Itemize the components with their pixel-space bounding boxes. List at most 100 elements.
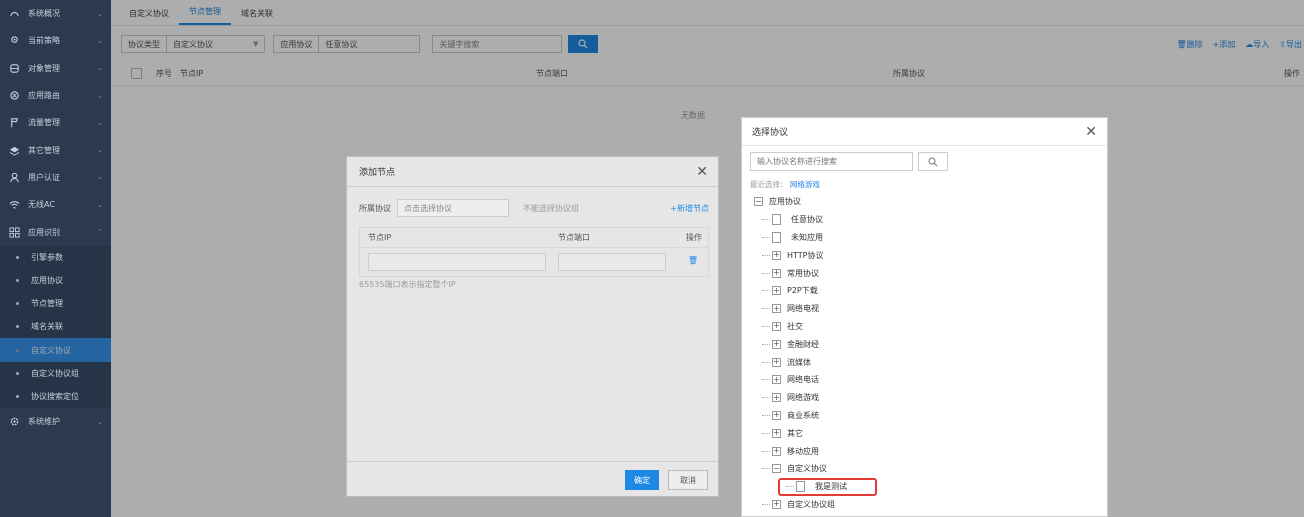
sidebar-item-4[interactable]: 流量管理 ⌄	[0, 109, 111, 136]
sidebar-item-6[interactable]: 用户认证 ⌄	[0, 164, 111, 191]
sidebar-subitem-1[interactable]: 应用协议	[0, 268, 111, 293]
tree-node[interactable]: + 社交	[762, 318, 803, 336]
sidebar-item-5[interactable]: 其它管理 ⌄	[0, 136, 111, 163]
tree-node[interactable]: + 网络电话	[762, 371, 819, 389]
tree-connector	[762, 343, 770, 345]
sidebar-item-1[interactable]: 当前策略 ⌄	[0, 27, 111, 54]
expand-icon[interactable]: +	[772, 357, 781, 367]
sidebar-subitem-2[interactable]: 节点管理	[0, 292, 111, 316]
expand-icon[interactable]: +	[772, 375, 781, 385]
sidebar-subitem-label: 引擎参数	[31, 252, 63, 262]
tree-connector	[762, 219, 770, 221]
ok-button[interactable]: 确定	[625, 470, 659, 490]
tree-node[interactable]: + 商业系统	[762, 407, 819, 425]
tree-node-label: 网络电话	[787, 375, 819, 385]
sidebar-subitem-0[interactable]: 引擎参数	[0, 245, 111, 269]
gear-icon	[8, 416, 20, 428]
tree-connector	[762, 468, 770, 470]
document-icon	[796, 481, 805, 493]
sidebar-subitem-5[interactable]: 自定义协议组	[0, 361, 111, 385]
close-icon[interactable]: ✕	[696, 164, 708, 180]
protocol-search-input[interactable]: 输入协议名称进行搜索	[750, 152, 913, 171]
bullet-icon	[16, 278, 19, 282]
select-protocol-title: 选择协议	[752, 128, 789, 138]
tree-node-label: 我是测试	[815, 482, 847, 492]
tree-node-label: 网络游戏	[787, 393, 819, 403]
tree-node[interactable]: + 其它	[762, 424, 803, 442]
collapse-icon[interactable]: −	[754, 197, 763, 207]
expand-icon[interactable]: +	[772, 428, 781, 438]
tree-node-label: 未知应用	[791, 232, 823, 242]
tree-node[interactable]: − 自定义协议	[762, 460, 827, 478]
sidebar-subitem-6[interactable]: 协议搜索定位	[0, 384, 111, 408]
chevron-down-icon: ⌄	[97, 417, 103, 426]
tree-connector	[762, 503, 770, 505]
collapse-icon[interactable]: −	[772, 464, 781, 474]
bullet-icon	[16, 325, 19, 329]
chevron-down-icon: ⌄	[97, 146, 103, 155]
tree-node[interactable]: + 移动应用	[762, 442, 819, 460]
tree-connector	[762, 379, 770, 381]
tree-node[interactable]: + HTTP协议	[762, 246, 823, 264]
tree-node[interactable]: 任意协议	[762, 211, 823, 229]
tree-node[interactable]: + P2P下载	[762, 282, 818, 300]
tree-node-highlighted[interactable]: 我是测试	[778, 477, 877, 496]
tree-connector	[762, 397, 770, 399]
expand-icon[interactable]: +	[772, 250, 781, 260]
tree-root[interactable]: − 应用协议	[754, 193, 801, 211]
expand-icon[interactable]: +	[772, 339, 781, 349]
tree-connector	[762, 414, 770, 416]
tree-connector	[762, 308, 770, 310]
tree-node[interactable]: + 流媒体	[762, 353, 811, 371]
tree-node-label: 移动应用	[787, 446, 819, 456]
expand-icon[interactable]: +	[772, 410, 781, 420]
add-node-button[interactable]: +新增节点	[670, 203, 709, 214]
sidebar-subitem-3[interactable]: 域名关联	[0, 315, 111, 339]
tree-node[interactable]: + 金融财经	[762, 335, 819, 353]
recent-link[interactable]: 网络游戏	[790, 180, 820, 189]
add-node-modal: 添加节点 ✕ 所属协议 点击选择协议 不能选择协议组 +新增节点 节点IP 节点…	[346, 156, 719, 497]
sidebar-item-0[interactable]: 系统概况 ⌄	[0, 0, 111, 27]
cancel-button[interactable]: 取消	[668, 470, 708, 490]
tree-node[interactable]: 未知应用	[762, 229, 823, 247]
tree-node-label: 其它	[787, 428, 803, 438]
tree-node[interactable]: + 网络电视	[762, 300, 819, 318]
expand-icon[interactable]: +	[772, 499, 781, 509]
tree-node-label: HTTP协议	[787, 250, 824, 260]
wifi-icon	[8, 199, 20, 211]
select-protocol-modal: 选择协议 ✕ 输入协议名称进行搜索 最近选择： 网络游戏 − 应用协议 任意协议…	[741, 117, 1108, 517]
location-pin-icon	[8, 35, 20, 47]
trash-icon[interactable]: 🗑	[688, 256, 698, 265]
node-ip-input[interactable]	[368, 253, 546, 271]
tree-node-label: 常用协议	[787, 268, 819, 278]
expand-icon[interactable]: +	[772, 268, 781, 278]
add-node-modal-header: 添加节点 ✕	[347, 157, 718, 187]
sidebar-item-2[interactable]: 对象管理 ⌄	[0, 55, 111, 82]
expand-icon[interactable]: +	[772, 304, 781, 314]
expand-icon[interactable]: +	[772, 321, 781, 331]
sidebar-item-label: 应用识别	[28, 227, 60, 237]
protocol-picker-input[interactable]: 点击选择协议	[397, 199, 509, 217]
sidebar-item-8[interactable]: 应用识别 ⌃	[0, 218, 111, 245]
dashboard-icon	[8, 8, 20, 20]
protocol-search-button[interactable]	[918, 152, 948, 171]
expand-icon[interactable]: +	[772, 286, 781, 296]
sidebar-item-3[interactable]: 应用路由 ⌄	[0, 82, 111, 109]
sidebar-item-label: 当前策略	[28, 36, 60, 46]
add-node-modal-footer: 确定 取消	[347, 461, 718, 496]
node-port-input[interactable]	[558, 253, 666, 271]
sidebar-subitem-4[interactable]: 自定义协议	[0, 338, 111, 362]
tree-node[interactable]: + 常用协议	[762, 264, 819, 282]
expand-icon[interactable]: +	[772, 446, 781, 456]
sidebar-item-system-maintenance[interactable]: 系统维护 ⌄	[0, 408, 111, 435]
close-icon[interactable]: ✕	[1085, 124, 1097, 140]
expand-icon[interactable]: +	[772, 393, 781, 403]
sidebar-item-label: 系统概况	[28, 9, 60, 19]
tree-node[interactable]: + 网络游戏	[762, 389, 819, 407]
tree-node[interactable]: + 自定义协议组	[762, 496, 835, 514]
route-icon	[8, 90, 20, 102]
chevron-down-icon: ⌄	[97, 9, 103, 18]
select-protocol-header: 选择协议 ✕	[742, 118, 1107, 146]
sidebar-subitem-label: 应用协议	[31, 275, 63, 285]
sidebar-item-7[interactable]: 无线AC ⌄	[0, 191, 111, 218]
